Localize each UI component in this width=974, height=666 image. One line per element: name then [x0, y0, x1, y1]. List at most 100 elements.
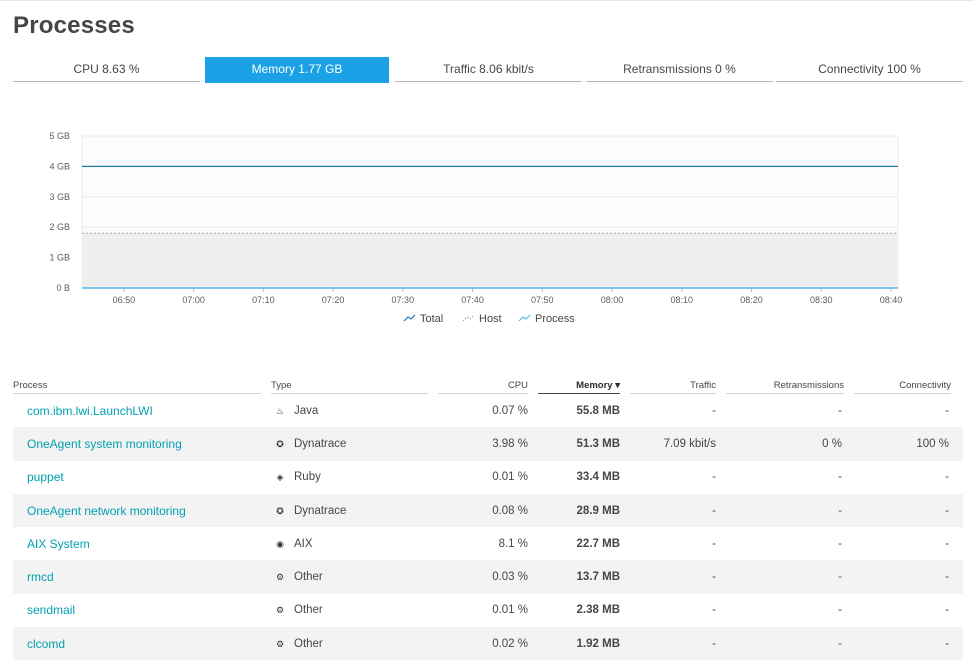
metric-tabs: CPU 8.63 % Memory 1.77 GB Traffic 8.06 k… [13, 57, 963, 83]
memory-value: 2.38 MB [576, 604, 620, 617]
col-header-retransmissions[interactable]: Retransmissions [726, 380, 844, 394]
tab-memory[interactable]: Memory 1.77 GB [205, 57, 389, 83]
table-row[interactable]: puppet ◈ Ruby 0.01 % 33.4 MB - - - [13, 460, 963, 494]
page-title: Processes [13, 12, 135, 39]
process-link[interactable]: clcomd [27, 637, 65, 651]
connectivity-value: - [945, 571, 949, 584]
table-row[interactable]: AIX System ◉ AIX 8.1 % 22.7 MB - - - [13, 527, 963, 561]
traffic-value: - [712, 637, 716, 650]
table-row[interactable]: sendmail ⚙ Other 0.01 % 2.38 MB - - - [13, 593, 963, 628]
x-tick-label: 08:40 [880, 295, 903, 305]
memory-value: 13.7 MB [576, 571, 620, 584]
retransmissions-value: 0 % [822, 437, 842, 450]
cpu-value: 0.02 % [492, 637, 528, 650]
process-link[interactable]: OneAgent system monitoring [27, 437, 182, 451]
traffic-value: - [712, 571, 716, 584]
cpu-value: 0.01 % [492, 471, 528, 484]
legend-process-icon [518, 314, 531, 322]
java-icon: ♨ [275, 405, 285, 416]
connectivity-value: 100 % [916, 437, 949, 450]
x-tick-label: 08:10 [671, 295, 694, 305]
legend-total-label: Total [420, 313, 443, 325]
ruby-icon: ◈ [276, 472, 284, 483]
process-type: Dynatrace [294, 504, 347, 517]
gear-icon: ⚙ [275, 605, 285, 616]
col-header-type[interactable]: Type [271, 380, 428, 394]
legend-host-icon [462, 314, 475, 322]
gear-icon: ⚙ [275, 638, 285, 649]
traffic-value: - [712, 504, 716, 517]
col-header-cpu[interactable]: CPU [438, 380, 528, 394]
process-link[interactable]: OneAgent network monitoring [27, 504, 186, 518]
retransmissions-value: - [838, 404, 842, 417]
process-type: Ruby [294, 471, 321, 484]
series-host-area [82, 233, 898, 288]
x-tick-label: 08:20 [740, 295, 763, 305]
x-tick-label: 07:20 [322, 295, 345, 305]
x-tick-label: 08:30 [810, 295, 833, 305]
retransmissions-value: - [838, 471, 842, 484]
traffic-value: 7.09 kbit/s [663, 437, 716, 450]
aix-icon: ◉ [276, 538, 284, 549]
memory-chart: 5 GB 4 GB 3 GB 2 GB 1 GB 0 B 06:50 07:00 07:10 07… [49, 131, 903, 325]
process-link[interactable]: AIX System [27, 537, 90, 551]
y-tick-label: 4 GB [49, 161, 70, 171]
process-link[interactable]: com.ibm.lwi.LaunchLWI [27, 404, 153, 418]
table-row[interactable]: OneAgent network monitoring ✪ Dynatrace 0.0… [13, 493, 963, 528]
process-type: Other [294, 571, 323, 584]
memory-value: 55.8 MB [576, 404, 620, 417]
process-type: Java [294, 404, 319, 417]
retransmissions-value: - [838, 504, 842, 517]
memory-value: 33.4 MB [576, 471, 620, 484]
process-type: AIX [294, 537, 313, 550]
connectivity-value: - [945, 604, 949, 617]
connectivity-value: - [945, 504, 949, 517]
y-tick-label: 2 GB [49, 222, 70, 232]
y-tick-label: 3 GB [49, 192, 70, 202]
process-type: Dynatrace [294, 437, 347, 450]
col-header-memory[interactable]: Memory ▾ [538, 380, 620, 394]
tab-cpu[interactable]: CPU 8.63 % [13, 57, 200, 82]
memory-value: 22.7 MB [576, 537, 620, 550]
table-row[interactable]: com.ibm.lwi.LaunchLWI ♨ Java 0.07 % 55.8 MB -… [13, 394, 963, 428]
gear-icon: ⚙ [275, 572, 285, 583]
connectivity-value: - [945, 471, 949, 484]
traffic-value: - [712, 604, 716, 617]
connectivity-value: - [945, 404, 949, 417]
table-row[interactable]: rmcd ⚙ Other 0.03 % 13.7 MB - - - [13, 560, 963, 594]
retransmissions-value: - [838, 537, 842, 550]
legend-total-icon [403, 314, 416, 322]
table-header-row: Process Type CPU Memory ▾ Traffic Retran… [13, 374, 963, 394]
traffic-value: - [712, 537, 716, 550]
y-tick-label: 1 GB [49, 253, 70, 263]
tab-retransmissions[interactable]: Retransmissions 0 % [586, 57, 773, 82]
cpu-value: 0.03 % [492, 571, 528, 584]
x-tick-label: 08:00 [601, 295, 624, 305]
process-type: Other [294, 637, 323, 650]
dynatrace-icon: ✪ [276, 505, 284, 516]
y-tick-label: 0 B [56, 283, 70, 293]
table-row[interactable]: clcomd ⚙ Other 0.02 % 1.92 MB - - - [13, 627, 963, 661]
memory-value: 1.92 MB [576, 637, 620, 650]
cpu-value: 3.98 % [492, 437, 528, 450]
x-tick-label: 07:10 [252, 295, 275, 305]
tab-connectivity[interactable]: Connectivity 100 % [776, 57, 963, 82]
process-link[interactable]: puppet [27, 470, 64, 484]
x-tick-label: 07:30 [392, 295, 415, 305]
col-header-process[interactable]: Process [13, 380, 261, 394]
dynatrace-icon: ✪ [276, 438, 284, 449]
y-tick-label: 5 GB [49, 131, 70, 141]
table-row[interactable]: OneAgent system monitoring ✪ Dynatrace 3.98… [13, 427, 963, 461]
connectivity-value: - [945, 637, 949, 650]
process-link[interactable]: sendmail [27, 603, 75, 617]
connectivity-value: - [945, 537, 949, 550]
process-table: Process Type CPU Memory ▾ Traffic Retran… [13, 374, 963, 661]
x-tick-label: 07:50 [531, 295, 554, 305]
top-divider [0, 0, 974, 1]
col-header-traffic[interactable]: Traffic [630, 380, 716, 394]
tab-traffic[interactable]: Traffic 8.06 kbit/s [395, 57, 582, 82]
cpu-value: 0.01 % [492, 604, 528, 617]
process-link[interactable]: rmcd [27, 570, 54, 584]
cpu-value: 0.07 % [492, 404, 528, 417]
col-header-connectivity[interactable]: Connectivity [854, 380, 951, 394]
